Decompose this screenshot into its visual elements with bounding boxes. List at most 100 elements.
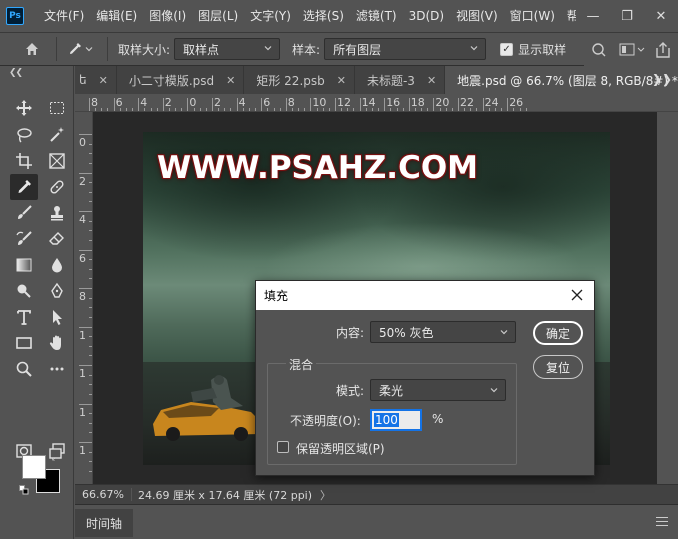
tool-preset-picker[interactable] [67, 36, 97, 62]
ruler-tick [359, 98, 361, 111]
close-icon[interactable]: ✕ [99, 74, 108, 87]
tab-document[interactable]: 小二寸模版.psd ✕ [116, 66, 245, 94]
ruler-number: 0 [79, 136, 86, 149]
zoom-tool-icon[interactable] [10, 356, 38, 382]
ruler-number: 20 [435, 96, 450, 109]
home-icon[interactable] [18, 35, 46, 63]
healing-brush-tool-icon[interactable] [43, 174, 71, 200]
preserve-transparency-label[interactable]: 保留透明区域(P) [296, 440, 385, 457]
sample-label: 样本: [292, 42, 321, 57]
close-button[interactable]: ✕ [644, 9, 678, 24]
sample-select[interactable]: 所有图层 [324, 38, 487, 60]
more-tools-icon[interactable] [43, 356, 71, 382]
eyedropper-icon [70, 43, 81, 54]
history-brush-tool-icon[interactable] [10, 226, 38, 252]
tab-document[interactable]: 矩形 22.psb ✕ [244, 66, 355, 94]
show-ring-toggle[interactable]: ✓ 显示取样 [500, 41, 570, 58]
sample-size-select[interactable]: 取样点 [174, 38, 281, 60]
eraser-tool-icon[interactable] [43, 226, 71, 252]
close-icon[interactable]: ✕ [337, 74, 346, 87]
tab-active-document[interactable]: 地震.psd @ 66.7% (图层 8, RGB/8#) * ✕ [445, 66, 678, 94]
crop-tool-icon[interactable] [10, 148, 38, 174]
menu-file[interactable]: 文件(F) [38, 0, 90, 32]
search-icon[interactable] [584, 40, 614, 60]
dialog-title-bar: 填充 [256, 281, 594, 310]
chevron-down-icon [470, 46, 478, 51]
stamp-tool-icon[interactable] [43, 200, 71, 226]
hand-tool-icon[interactable] [43, 330, 71, 356]
menu-type[interactable]: 文字(Y) [244, 0, 297, 32]
menu-view[interactable]: 视图(V) [450, 0, 504, 32]
opacity-label: 不透明度(O): [290, 414, 361, 428]
ruler-tick [138, 98, 140, 111]
eyedropper-tool-icon[interactable] [10, 174, 38, 200]
type-tool-icon[interactable] [10, 304, 38, 330]
close-icon[interactable] [569, 287, 585, 303]
pen-tool-icon[interactable] [43, 278, 71, 304]
panel-menu-icon[interactable] [656, 517, 668, 526]
blur-tool-icon[interactable] [43, 252, 71, 278]
blending-group-label: 混合 [286, 356, 317, 373]
ruler-number: 6 [79, 251, 86, 265]
rectangle-tool-icon[interactable] [10, 330, 38, 356]
frame-tool-icon[interactable] [43, 148, 71, 174]
magic-wand-tool-icon[interactable] [43, 122, 71, 148]
opacity-input[interactable]: 100 [370, 409, 422, 431]
tab-overflow-left[interactable]: ե ✕ [75, 66, 117, 94]
tab-document[interactable]: 未标题-3 ✕ [354, 66, 446, 94]
lasso-tool-icon[interactable] [10, 122, 38, 148]
menu-window[interactable]: 窗口(W) [504, 0, 561, 32]
status-menu-arrow[interactable]: 〉 [320, 487, 331, 503]
sample-value: 所有图层 [333, 42, 382, 57]
chevron-down-icon [500, 330, 508, 335]
default-colors-icon[interactable] [19, 485, 29, 495]
minimize-button[interactable]: — [576, 9, 610, 24]
close-icon[interactable]: ✕ [427, 74, 436, 87]
tab-timeline[interactable]: 时间轴 [75, 509, 133, 537]
menu-image[interactable]: 图像(I) [143, 0, 192, 32]
ruler-tick [113, 98, 115, 111]
content-label: 内容: [336, 326, 365, 340]
zoom-level[interactable]: 66.67% [75, 488, 132, 501]
ruler-tick [187, 98, 189, 111]
menu-layer[interactable]: 图层(L) [192, 0, 244, 32]
menu-filter[interactable]: 滤镜(T) [350, 0, 403, 32]
collapse-panel-icon[interactable]: ❮❮ [9, 68, 23, 78]
dodge-tool-icon[interactable] [10, 278, 38, 304]
sample-size-label: 取样大小: [118, 42, 171, 57]
menu-3d[interactable]: 3D(D) [403, 0, 450, 32]
menu-edit[interactable]: 编辑(E) [90, 0, 143, 32]
content-select[interactable]: 50% 灰色 [370, 321, 516, 343]
tabs-overflow-icon[interactable]: ❯❯ [652, 72, 672, 86]
photoshop-logo-icon[interactable]: Ps [6, 7, 24, 25]
ok-button[interactable]: 确定 [533, 321, 583, 345]
close-icon[interactable]: ✕ [226, 74, 235, 87]
ruler-tick [236, 98, 238, 111]
foreground-color-swatch[interactable] [22, 455, 46, 479]
ruler-number: 10 [312, 96, 327, 109]
restore-button[interactable]: ❐ [610, 9, 644, 24]
ruler-tick [261, 98, 263, 111]
workspace-icon[interactable] [614, 40, 648, 60]
brush-tool-icon[interactable] [10, 200, 38, 226]
tools-panel: ❮❮ [0, 66, 74, 539]
share-icon[interactable] [648, 40, 678, 60]
preserve-transparency-checkbox[interactable] [277, 441, 289, 453]
mode-label: 模式: [336, 384, 365, 398]
path-selection-tool-icon[interactable] [43, 304, 71, 330]
move-tool-icon[interactable] [10, 95, 38, 121]
gradient-tool-icon[interactable] [10, 252, 38, 278]
vertical-ruler: 0 2 4 6 8 1 1 1 1 [75, 112, 93, 484]
show-ring-checkbox[interactable]: ✓ [500, 42, 514, 56]
ruler-number: 4 [79, 213, 86, 226]
menu-select[interactable]: 选择(S) [297, 0, 350, 32]
ruler-tick [79, 288, 92, 289]
reset-button[interactable]: 复位 [533, 355, 583, 379]
marquee-tool-icon[interactable] [43, 95, 71, 121]
ruler-tick [79, 326, 92, 328]
ruler-tick [79, 442, 92, 443]
divider [107, 37, 108, 61]
watermark-text: WWW.PSAHZ.COM [157, 150, 479, 186]
screen-mode-icon[interactable] [43, 438, 71, 464]
mode-select[interactable]: 柔光 [370, 379, 506, 401]
